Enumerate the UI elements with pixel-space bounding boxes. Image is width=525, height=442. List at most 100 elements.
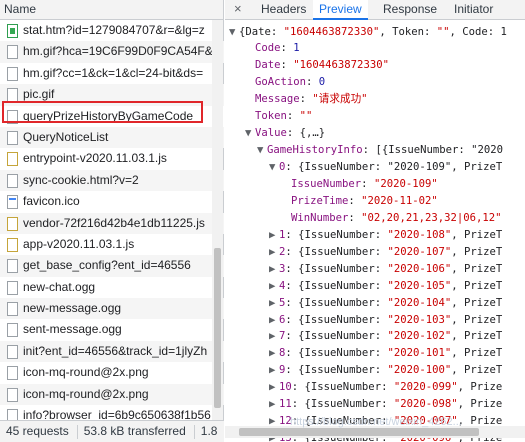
request-row[interactable]: icon-mq-round@2x.png bbox=[0, 383, 224, 406]
json-gamehistoryinfo-line[interactable]: ▼ GameHistoryInfo: [{IssueNumber: "2020 bbox=[257, 142, 503, 158]
request-row[interactable]: app-v2020.11.03.1.js bbox=[0, 234, 224, 255]
json-value-line[interactable]: ▼ Value: {,…} bbox=[245, 125, 325, 141]
json-date-line: Date: "1604463872330" bbox=[255, 59, 389, 71]
issue-number-value: "2020-101" bbox=[387, 347, 452, 360]
expand-triangle-icon[interactable]: ▶ bbox=[269, 379, 279, 395]
request-name: stat.htm?id=1279084707&r=&lg=z bbox=[23, 23, 205, 37]
status-bar: 45 requests 53.8 kB transferred 1.8 bbox=[0, 420, 224, 442]
document-file-icon bbox=[7, 130, 18, 145]
json-array-item-line[interactable]: ▶ 1: {IssueNumber: "2020-108", PrizeT bbox=[269, 227, 502, 243]
item-summary-prefix: {IssueNumber: bbox=[304, 381, 394, 394]
request-name: sync-cookie.html?v=2 bbox=[23, 172, 139, 187]
document-file-icon bbox=[7, 173, 18, 188]
expand-triangle-icon[interactable]: ▶ bbox=[269, 244, 279, 260]
array-index: 10 bbox=[279, 381, 292, 394]
collapse-triangle-icon[interactable]: ▼ bbox=[245, 125, 255, 141]
request-name: new-chat.ogg bbox=[23, 279, 96, 294]
collapse-triangle-icon[interactable]: ▼ bbox=[269, 159, 279, 175]
image-file-icon bbox=[7, 387, 18, 402]
tab-initiator[interactable]: Initiator bbox=[452, 0, 495, 20]
tab-response[interactable]: Response bbox=[381, 0, 439, 20]
request-row[interactable]: hm.gif?hca=19C6F99D0F9CA54F&c bbox=[0, 41, 224, 63]
request-row[interactable]: icon-mq-round@2x.png bbox=[0, 362, 224, 383]
tab-preview[interactable]: Preview bbox=[313, 0, 368, 20]
request-row[interactable]: favicon.ico bbox=[0, 191, 224, 212]
issue-number-value: "2020-098" bbox=[393, 398, 458, 410]
json-array-item-line[interactable]: ▶ 8: {IssueNumber: "2020-101", PrizeT bbox=[269, 345, 502, 361]
expand-triangle-icon[interactable]: ▶ bbox=[269, 261, 279, 277]
image-file-icon bbox=[7, 66, 18, 81]
separator: : bbox=[285, 364, 299, 377]
request-list-scrollbar[interactable] bbox=[212, 20, 223, 420]
image-file-icon bbox=[7, 45, 18, 60]
image-file-icon bbox=[7, 366, 18, 381]
watermark-text: https://blog.csdn.net/weixin_4262... bbox=[290, 416, 462, 428]
separator: : bbox=[285, 279, 299, 292]
expand-triangle-icon[interactable]: ▶ bbox=[269, 295, 279, 311]
collapse-triangle-icon[interactable]: ▼ bbox=[229, 24, 239, 40]
request-row[interactable]: hm.gif?cc=1&ck=1&cl=24-bit&ds= bbox=[0, 63, 224, 84]
request-row[interactable]: info?browser_id=6b9c650638f1b56 bbox=[0, 405, 224, 420]
request-row[interactable]: new-message.ogg bbox=[0, 298, 224, 320]
json-token-line: Token: "" bbox=[255, 110, 313, 122]
document-file-icon bbox=[7, 323, 18, 338]
item-summary-suffix: , Prize bbox=[457, 381, 503, 394]
json-array-item-line[interactable]: ▶ 5: {IssueNumber: "2020-104", PrizeT bbox=[269, 295, 502, 311]
request-row[interactable]: get_base_config?ent_id=46556 bbox=[0, 255, 224, 277]
expand-triangle-icon[interactable]: ▶ bbox=[269, 362, 279, 378]
expand-triangle-icon[interactable]: ▶ bbox=[269, 227, 279, 243]
item-summary-suffix: , Prize bbox=[457, 398, 503, 410]
details-tab-bar: × Headers Preview Response Initiator bbox=[225, 0, 525, 20]
json-item-0-line[interactable]: ▼ 0: {IssueNumber: "2020-109", PrizeT bbox=[269, 159, 502, 175]
request-row[interactable]: stat.htm?id=1279084707&r=&lg=z bbox=[0, 20, 224, 41]
request-row[interactable]: init?ent_id=46556&track_id=1jlyZh bbox=[0, 340, 224, 363]
expand-triangle-icon[interactable]: ▶ bbox=[269, 396, 279, 412]
json-array-item-line[interactable]: ▶ 7: {IssueNumber: "2020-102", PrizeT bbox=[269, 328, 502, 344]
json-array-item-line[interactable]: ▶ 11: {IssueNumber: "2020-098", Prize bbox=[269, 396, 502, 412]
item-summary-suffix: , PrizeT bbox=[451, 279, 503, 292]
close-icon[interactable]: × bbox=[234, 2, 246, 15]
request-row[interactable]: new-chat.ogg bbox=[0, 277, 224, 298]
json-array-item-line[interactable]: ▶ 10: {IssueNumber: "2020-099", Prize bbox=[269, 379, 502, 395]
document-file-icon bbox=[7, 109, 18, 124]
expand-triangle-icon[interactable]: ▶ bbox=[269, 312, 279, 328]
json-array-item-line[interactable]: ▶ 6: {IssueNumber: "2020-103", PrizeT bbox=[269, 312, 502, 328]
item-summary-suffix: , PrizeT bbox=[451, 245, 503, 258]
issue-number-value: "2020-103" bbox=[387, 313, 452, 326]
request-name: get_base_config?ent_id=46556 bbox=[23, 258, 191, 273]
request-name: vendor-72f216d42b4e1db11225.js bbox=[23, 215, 205, 230]
request-row[interactable]: sync-cookie.html?v=2 bbox=[0, 169, 224, 192]
request-name: favicon.ico bbox=[23, 194, 80, 209]
name-column-header[interactable]: Name bbox=[0, 0, 223, 20]
scrollbar-thumb[interactable] bbox=[214, 248, 221, 408]
scrollbar-thumb[interactable] bbox=[239, 428, 479, 436]
tab-headers[interactable]: Headers bbox=[259, 0, 308, 20]
separator: : bbox=[285, 262, 299, 275]
request-row[interactable]: queryPrizeHistoryByGameCode bbox=[0, 105, 224, 127]
request-name: queryPrizeHistoryByGameCode bbox=[23, 108, 194, 123]
expand-triangle-icon[interactable]: ▶ bbox=[269, 278, 279, 294]
request-row[interactable]: pic.gif bbox=[0, 84, 224, 106]
expand-triangle-icon[interactable]: ▶ bbox=[269, 328, 279, 344]
document-file-icon bbox=[7, 344, 18, 359]
request-row[interactable]: entrypoint-v2020.11.03.1.js bbox=[0, 148, 224, 169]
image-file-icon bbox=[7, 88, 18, 103]
collapse-triangle-icon[interactable]: ▼ bbox=[257, 142, 267, 158]
script-file-icon bbox=[7, 152, 18, 167]
item-summary-prefix: {IssueNumber: bbox=[304, 398, 394, 410]
json-root-line[interactable]: ▼ {Date: "1604463872330", Token: "", Code… bbox=[229, 24, 507, 40]
separator: : bbox=[285, 330, 299, 343]
issue-number-value: "2020-107" bbox=[387, 245, 452, 258]
separator: : bbox=[285, 313, 299, 326]
json-array-item-line[interactable]: ▶ 2: {IssueNumber: "2020-107", PrizeT bbox=[269, 244, 502, 260]
json-array-item-line[interactable]: ▶ 9: {IssueNumber: "2020-100", PrizeT bbox=[269, 362, 502, 378]
expand-triangle-icon[interactable]: ▶ bbox=[269, 345, 279, 361]
request-row[interactable]: vendor-72f216d42b4e1db11225.js bbox=[0, 212, 224, 234]
request-row[interactable]: QueryNoticeList bbox=[0, 126, 224, 149]
issue-number-value: "2020-108" bbox=[387, 229, 452, 241]
json-array-item-line[interactable]: ▶ 3: {IssueNumber: "2020-106", PrizeT bbox=[269, 261, 502, 277]
item-summary-prefix: {IssueNumber: bbox=[298, 245, 388, 258]
request-name: icon-mq-round@2x.png bbox=[23, 365, 149, 380]
request-row[interactable]: sent-message.ogg bbox=[0, 319, 224, 340]
json-array-item-line[interactable]: ▶ 4: {IssueNumber: "2020-105", PrizeT bbox=[269, 278, 502, 294]
